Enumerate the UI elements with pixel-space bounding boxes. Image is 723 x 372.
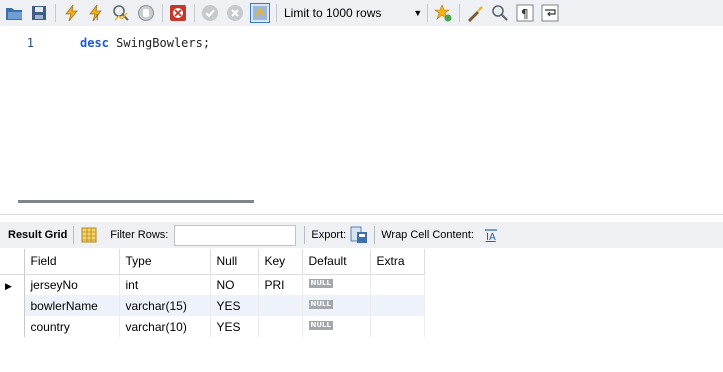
chevron-down-icon: ▼ xyxy=(413,8,423,18)
svg-text:¶: ¶ xyxy=(521,7,529,21)
cell-default[interactable]: NULL xyxy=(302,316,371,337)
toolbar-separator xyxy=(304,226,306,244)
code-text: desc SwingBowlers; xyxy=(80,36,210,50)
table-row[interactable]: country varchar(10) YES NULL xyxy=(0,316,425,337)
column-header-extra[interactable]: Extra xyxy=(370,249,425,275)
current-row-arrow-icon: ▶ xyxy=(5,280,12,291)
null-badge: NULL xyxy=(308,320,333,330)
cell-field[interactable]: country xyxy=(24,316,120,337)
result-toolbar: Result Grid Filter Rows: Export: Wrap Ce… xyxy=(0,222,723,248)
row-header[interactable] xyxy=(0,316,25,337)
cell-null[interactable]: YES xyxy=(210,295,259,316)
save-icon[interactable] xyxy=(29,3,49,23)
toolbar-separator xyxy=(374,226,376,244)
add-snippet-icon[interactable] xyxy=(433,3,453,23)
cell-field[interactable]: jerseyNo xyxy=(24,274,120,295)
table-row[interactable]: bowlerName varchar(15) YES NULL xyxy=(0,295,425,316)
rollback-icon[interactable] xyxy=(225,3,245,23)
cell-key[interactable] xyxy=(258,295,303,316)
toolbar-separator xyxy=(427,4,429,22)
folder-open-icon[interactable] xyxy=(4,3,24,23)
toolbar-separator xyxy=(276,4,277,22)
cell-default[interactable]: NULL xyxy=(302,295,371,316)
grid-header-row: Field Type Null Key Default Extra xyxy=(0,249,425,275)
row-header[interactable]: ▶ xyxy=(0,274,25,295)
export-label: Export: xyxy=(311,229,347,241)
cell-extra[interactable] xyxy=(370,316,425,337)
table-row[interactable]: ▶ jerseyNo int NO PRI NULL xyxy=(0,274,425,295)
horizontal-scrollbar-thumb[interactable] xyxy=(18,200,254,203)
wrap-cell-icon[interactable]: IA xyxy=(482,226,500,244)
toolbar-separator xyxy=(194,4,195,22)
toolbar-separator xyxy=(55,4,56,22)
explain-icon[interactable] xyxy=(111,3,131,23)
grid-view-icon[interactable] xyxy=(80,226,98,244)
cell-key[interactable]: PRI xyxy=(258,274,303,295)
column-header-null[interactable]: Null xyxy=(210,249,259,275)
beautify-icon[interactable] xyxy=(465,3,485,23)
cell-null[interactable]: YES xyxy=(210,316,259,337)
limit-rows-select[interactable]: Limit to 1000 rows ▼ xyxy=(282,2,426,24)
cell-default[interactable]: NULL xyxy=(302,274,371,295)
export-icon[interactable] xyxy=(350,226,368,244)
sql-editor-toolbar: I Limit to 1000 rows ▼ ¶ xyxy=(0,0,723,26)
pane-divider[interactable] xyxy=(0,214,723,215)
row-header-corner xyxy=(0,249,25,275)
sql-editor[interactable]: 1 desc SwingBowlers; xyxy=(0,26,723,196)
execute-icon[interactable] xyxy=(61,3,81,23)
toolbar-separator xyxy=(459,4,461,22)
invisible-chars-icon[interactable]: ¶ xyxy=(515,3,535,23)
cell-extra[interactable] xyxy=(370,295,425,316)
autocommit-icon[interactable] xyxy=(250,3,270,23)
filter-rows-label: Filter Rows: xyxy=(110,229,169,241)
sql-keyword: desc xyxy=(80,36,109,50)
cell-field[interactable]: bowlerName xyxy=(24,295,120,316)
null-badge: NULL xyxy=(308,299,333,309)
editor-line: 1 desc SwingBowlers; xyxy=(0,35,210,51)
cell-extra[interactable] xyxy=(370,274,425,295)
svg-text:IA: IA xyxy=(486,232,496,242)
stop-icon[interactable] xyxy=(136,3,156,23)
row-header[interactable] xyxy=(0,295,25,316)
find-icon[interactable] xyxy=(490,3,510,23)
column-header-key[interactable]: Key xyxy=(258,249,303,275)
column-header-field[interactable]: Field xyxy=(24,249,120,275)
word-wrap-icon[interactable] xyxy=(540,3,560,23)
cell-type[interactable]: varchar(15) xyxy=(119,295,211,316)
toolbar-separator xyxy=(162,4,163,22)
wrap-cell-content-label: Wrap Cell Content: xyxy=(381,229,474,241)
column-header-type[interactable]: Type xyxy=(119,249,211,275)
result-grid: Field Type Null Key Default Extra ▶ jers… xyxy=(0,249,425,337)
limit-rows-label: Limit to 1000 rows xyxy=(284,6,382,20)
toolbar-separator xyxy=(73,226,75,244)
column-header-default[interactable]: Default xyxy=(302,249,371,275)
svg-text:I: I xyxy=(96,13,98,22)
line-number: 1 xyxy=(26,36,34,50)
execute-current-icon[interactable]: I xyxy=(86,3,106,23)
cell-type[interactable]: varchar(10) xyxy=(119,316,211,337)
sql-identifier: SwingBowlers; xyxy=(116,36,211,50)
toggle-stop-on-error-icon[interactable] xyxy=(168,3,188,23)
commit-icon[interactable] xyxy=(200,3,220,23)
cell-type[interactable]: int xyxy=(119,274,211,295)
result-grid-tab[interactable]: Result Grid xyxy=(8,229,67,241)
cell-key[interactable] xyxy=(258,316,303,337)
null-badge: NULL xyxy=(308,278,333,288)
filter-rows-input[interactable] xyxy=(174,224,297,246)
cell-null[interactable]: NO xyxy=(210,274,259,295)
